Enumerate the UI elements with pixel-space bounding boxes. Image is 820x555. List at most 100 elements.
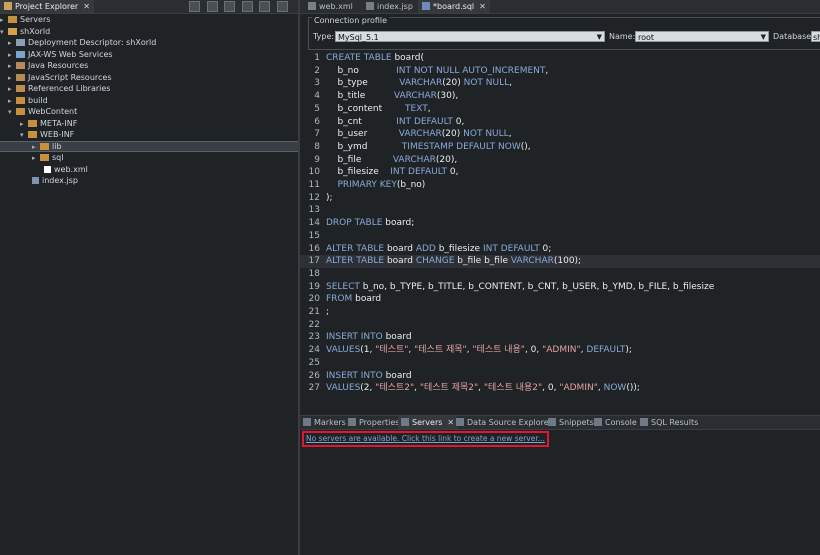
line-text: ; bbox=[326, 307, 330, 317]
line-number: 25 bbox=[308, 357, 320, 368]
tree-item-shxorld[interactable]: ▾ shXorld bbox=[0, 26, 298, 38]
line-number: 27 bbox=[308, 383, 320, 394]
tab-sql-results[interactable]: SQL Results bbox=[640, 416, 698, 429]
line-text: ALTER TABLE board ADD b_filesize INT DEF… bbox=[326, 243, 552, 254]
database-label: Database: bbox=[773, 32, 814, 41]
line-number: 8 bbox=[314, 141, 320, 152]
tree-item-label: JAX-WS Web Services bbox=[28, 49, 113, 59]
tree-item-label: META-INF bbox=[40, 118, 78, 128]
line-text: SELECT b_no, b_TYPE, b_TITLE, b_CONTENT,… bbox=[326, 281, 715, 292]
tab-board-sql[interactable]: *board.sql ✕ bbox=[418, 0, 490, 13]
tree-item-meta-inf[interactable]: ▸ META-INF bbox=[0, 118, 298, 130]
tree-item-label: sql bbox=[52, 153, 64, 162]
tree-item-servers[interactable]: ▸ Servers bbox=[0, 14, 298, 26]
create-server-link[interactable]: No servers are available. Click this lin… bbox=[302, 431, 549, 447]
tree-item-label: lib bbox=[52, 141, 62, 151]
database-select[interactable]: sh bbox=[811, 31, 820, 42]
connection-profile-title: Connection profile bbox=[312, 16, 390, 25]
tree-item-build[interactable]: ▸ build bbox=[0, 95, 298, 107]
tree-item-webcontent[interactable]: ▾ WebContent bbox=[0, 106, 298, 118]
line-number: 5 bbox=[314, 103, 320, 114]
tree-item-web-inf[interactable]: ▾ WEB-INF bbox=[0, 129, 298, 141]
line-text: CREATE TABLE board( bbox=[326, 53, 424, 63]
tree-item-label: Referenced Libraries bbox=[28, 84, 111, 93]
tree-item-java-resources[interactable]: ▸ Java Resources bbox=[0, 60, 298, 72]
chevron-down-icon: ▼ bbox=[596, 33, 602, 41]
link-with-editor-icon[interactable] bbox=[206, 1, 218, 12]
tree-item-label: web.xml bbox=[54, 164, 88, 174]
tab-label: Snippets bbox=[559, 418, 594, 427]
chevron-down-icon: ▼ bbox=[760, 33, 766, 41]
line-number: 24 bbox=[308, 345, 320, 356]
editor-area: web.xml index.jsp *board.sql ✕ Connection… bbox=[300, 0, 820, 555]
editor-line: 26 INSERT INTO board bbox=[300, 370, 820, 383]
view-menu-icon[interactable] bbox=[241, 1, 253, 12]
close-icon[interactable]: ✕ bbox=[447, 418, 454, 427]
editor-line-current: 17 ALTER TABLE board CHANGE b_file b_file… bbox=[300, 255, 820, 268]
tree-item-lib[interactable]: ▸ lib bbox=[0, 140, 298, 153]
expand-arrow-icon[interactable]: ▸ bbox=[32, 143, 40, 153]
tab-servers[interactable]: Servers ✕ bbox=[398, 416, 458, 429]
tree-item-jaxws[interactable]: ▸ JAX-WS Web Services bbox=[0, 49, 298, 61]
tree-item-label: Servers bbox=[20, 15, 51, 24]
editor-line: 9 b_file VARCHAR(20), bbox=[300, 154, 820, 167]
panel-toolbar bbox=[185, 1, 288, 12]
editor-line: 23 INSERT INTO board bbox=[300, 331, 820, 344]
tree-item-label: WebContent bbox=[28, 107, 78, 116]
editor-line: 3 b_type VARCHAR(20) NOT NULL, bbox=[300, 77, 820, 90]
collapse-all-icon[interactable] bbox=[189, 1, 201, 12]
console-icon bbox=[594, 418, 602, 426]
tree-item-deployment-descriptor[interactable]: ▸ Deployment Descriptor: shXorld bbox=[0, 37, 298, 49]
tab-markers[interactable]: Markers bbox=[303, 416, 346, 429]
tab-console[interactable]: Console bbox=[594, 416, 637, 429]
tab-label: Markers bbox=[314, 418, 346, 427]
line-number: 23 bbox=[308, 332, 320, 343]
line-text: VALUES(2, "테스트2", "테스트 제목2", "테스트 내용2", … bbox=[326, 383, 640, 394]
tree-item-referenced-libraries[interactable]: ▸ Referenced Libraries bbox=[0, 83, 298, 95]
type-select[interactable]: MySql_5.1 ▼ bbox=[335, 31, 605, 42]
type-label: Type: bbox=[313, 32, 335, 41]
bottom-panel-tabs: Markers Properties Servers ✕ Data Source … bbox=[300, 415, 820, 430]
close-icon[interactable]: ✕ bbox=[479, 2, 486, 11]
maximize-icon[interactable] bbox=[277, 1, 288, 12]
tab-properties[interactable]: Properties bbox=[348, 416, 399, 429]
tree-item-index-jsp[interactable]: index.jsp bbox=[0, 175, 298, 187]
javascript-resources-icon bbox=[16, 73, 25, 81]
minimize-icon[interactable] bbox=[259, 1, 271, 12]
tab-snippets[interactable]: Snippets bbox=[548, 416, 594, 429]
editor-line: 2 b_no INT NOT NULL AUTO_INCREMENT, bbox=[300, 65, 820, 78]
tab-web-xml[interactable]: web.xml bbox=[304, 0, 357, 13]
tab-label: Properties bbox=[359, 418, 400, 427]
editor-line: 21; bbox=[300, 306, 820, 319]
tree-item-label: Deployment Descriptor: shXorld bbox=[28, 38, 157, 47]
close-icon[interactable]: ✕ bbox=[83, 2, 90, 11]
folder-icon bbox=[28, 131, 37, 138]
tab-project-explorer[interactable]: Project Explorer ✕ bbox=[0, 0, 94, 13]
project-tree: ▸ Servers ▾ shXorld ▸ Deployment Descriptor… bbox=[0, 14, 298, 187]
line-number: 26 bbox=[308, 370, 320, 381]
line-number: 10 bbox=[308, 167, 320, 178]
tree-item-label: shXorld bbox=[20, 26, 51, 36]
java-resources-icon bbox=[16, 62, 25, 69]
name-select[interactable]: root ▼ bbox=[635, 31, 769, 42]
database-select-value: sh bbox=[813, 33, 820, 42]
editor-line: 4 b_title VARCHAR(30), bbox=[300, 90, 820, 103]
line-number: 4 bbox=[314, 91, 320, 102]
tab-data-source-explorer[interactable]: Data Source Explorer bbox=[456, 416, 552, 429]
line-text: VALUES(1, "테스트", "테스트 제목", "테스트 내용", 0, … bbox=[326, 345, 632, 356]
editor-line: 16 ALTER TABLE board ADD b_filesize INT D… bbox=[300, 243, 820, 256]
snippets-icon bbox=[548, 418, 556, 426]
line-number: 16 bbox=[308, 243, 320, 254]
focus-icon[interactable] bbox=[224, 1, 236, 12]
line-text: b_title VARCHAR(30), bbox=[326, 91, 459, 102]
project-explorer-tabbar: Project Explorer ✕ bbox=[0, 0, 298, 14]
line-text: b_user VARCHAR(20) NOT NULL, bbox=[326, 129, 512, 140]
project-explorer-panel: Project Explorer ✕ ▸ Servers ▾ shXorld ▸ Dep… bbox=[0, 0, 298, 555]
sql-editor[interactable]: 1 CREATE TABLE board( 2 b_no INT NOT NULL… bbox=[300, 52, 820, 410]
tab-label: Servers bbox=[412, 418, 443, 427]
tab-index-jsp[interactable]: index.jsp bbox=[362, 0, 417, 13]
tree-item-sql[interactable]: ▸ sql bbox=[0, 152, 298, 164]
tree-item-web-xml[interactable]: web.xml bbox=[0, 164, 298, 176]
tree-item-javascript-resources[interactable]: ▸ JavaScript Resources bbox=[0, 72, 298, 84]
jsp-file-icon bbox=[32, 177, 39, 184]
